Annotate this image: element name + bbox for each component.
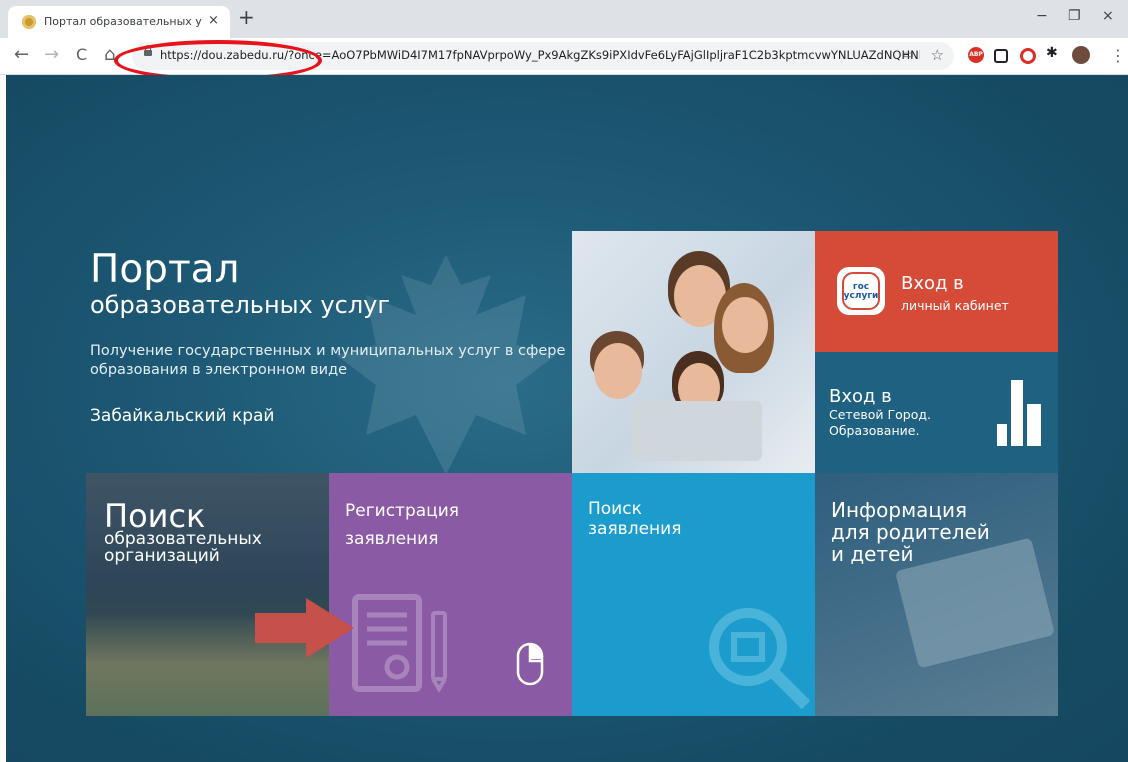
browser-tab[interactable]: Портал образовательных услуг × [8,6,230,38]
bookmark-star-icon[interactable]: ☆ [931,46,944,64]
info-line2: для родителей [831,520,990,544]
window-minimize-button[interactable]: − [1036,8,1048,24]
bar-chart-icon [997,380,1045,446]
info-for-parents-tile[interactable]: Информация для родителей и детей [815,473,1058,716]
tab-title: Портал образовательных услуг [44,15,202,28]
network-city-login-tile[interactable]: Вход в Сетевой Город. Образование. [815,352,1058,473]
mouse-icon [516,642,544,686]
photo-face-boy [594,343,642,399]
photo-face-mother [722,297,768,353]
network-city-line1: Сетевой Город. [829,407,931,422]
info-line3: и детей [831,542,914,566]
search-organizations-tile[interactable]: Поиск образовательных организаций [86,473,329,716]
portal-subtitle: образовательных услуг [90,291,390,319]
bar-chart-bar-3 [1027,404,1041,446]
red-circle-extension-icon[interactable] [1020,48,1036,64]
bar-chart-bar-1 [997,424,1007,446]
gosuslugi-tile-subtitle: личный кабинет [901,298,1009,313]
browser-tab-strip: Портал образовательных услуг × + − ❐ × [0,0,1128,38]
gosuslugi-logo-text: гос услуги [837,283,885,301]
search-org-line2: организаций [104,546,220,566]
search-app-line1: Поиск [588,499,642,519]
gosuslugi-tile-title: Вход в [901,273,964,294]
tab-close-button[interactable]: × [208,13,219,28]
cube-extension-icon[interactable] [994,49,1008,63]
register-application-tile[interactable]: Регистрация заявления [329,473,572,716]
register-line2: заявления [345,529,439,549]
network-city-tile-title: Вход в [829,386,892,407]
gosuslugi-logo-icon: гос услуги [837,267,885,315]
forward-button[interactable]: → [44,44,59,66]
search-application-tile[interactable]: Поиск заявления [572,473,815,716]
profile-avatar[interactable] [1072,46,1090,64]
document-icon [352,594,447,693]
search-app-line2: заявления [588,519,682,539]
cast-icon[interactable]: ▭ [903,47,914,61]
bar-chart-bar-2 [1011,380,1023,446]
search-org-title: Поиск [104,497,206,535]
info-line1: Информация [831,498,968,522]
family-photo [572,231,815,473]
portal-title: Портал [90,247,240,292]
gosuslugi-logo-line2: услуги [843,291,879,301]
annotation-arrow-body [255,613,309,643]
hero-section: Портал образовательных услуг Получение г… [6,75,1128,762]
reload-button[interactable]: C [76,44,87,66]
gosuslugi-login-tile[interactable]: гос услуги Вход в личный кабинет [815,231,1058,352]
browser-menu-icon[interactable]: ⋮ [1110,46,1126,65]
page-viewport: Портал образовательных услуг Получение г… [0,75,1128,762]
new-tab-button[interactable]: + [238,7,255,27]
region-label: Забайкальский край [90,406,275,426]
photo-laptop [632,401,762,461]
register-line1: Регистрация [345,501,459,521]
window-restore-button[interactable]: ❐ [1068,8,1081,24]
portal-description: Получение государственных и муниципальны… [90,343,566,378]
favicon-icon [22,15,36,29]
window-close-button[interactable]: × [1102,8,1114,24]
back-button[interactable]: ← [14,44,29,66]
annotation-arrow-head [306,598,354,658]
puzzle-extension-icon[interactable]: ✱ [1046,45,1058,61]
magnifier-icon [709,608,811,710]
network-city-line2: Образование. [829,423,920,438]
tablet-photo [894,537,1056,669]
adblock-extension-icon[interactable]: ABP [968,47,984,63]
